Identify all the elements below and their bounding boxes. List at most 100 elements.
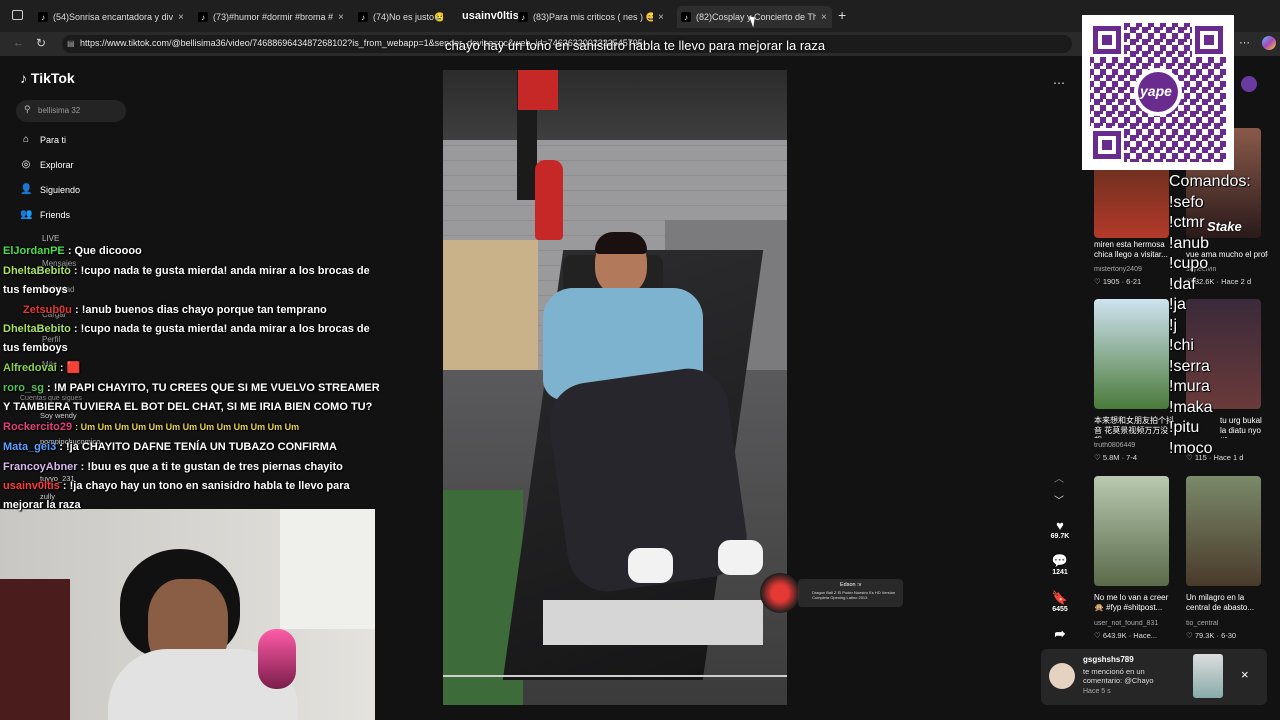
related-video-user[interactable]: truth0806449 — [1094, 442, 1174, 449]
like-count: 69.7K — [1050, 533, 1070, 540]
back-icon[interactable]: ← — [13, 37, 24, 49]
nav-item-siguiendo[interactable]: 👤 Siguiendo — [20, 184, 80, 195]
comment-count: 1241 — [1052, 569, 1068, 576]
related-video-stats: ♡ 5.8M · 7-4 — [1094, 453, 1138, 462]
browser-tab[interactable]: ♪ (83)Para mis criticos ( nes ) 😄 El × — [518, 6, 668, 28]
compass-icon: ◎ — [21, 159, 31, 170]
search-value: bellisima 32 — [38, 106, 81, 115]
tab-label: (83)Para mis criticos ( nes ) 😄 El — [533, 11, 653, 22]
copilot-icon[interactable] — [1262, 36, 1276, 50]
fire-extinguisher — [535, 160, 563, 240]
comment-icon: 💬 — [1051, 553, 1069, 568]
tiktok-logo[interactable]: ♪ TikTok — [20, 70, 75, 86]
chat-user: Zetsub0u — [23, 304, 72, 316]
related-video-caption[interactable]: miren esta hermosa chica llego a visitar… — [1094, 240, 1176, 262]
related-video-user[interactable]: user_not_found_831 — [1094, 620, 1174, 627]
chat-text: : !ja CHAYITO DAFNE TENÍA UN TUBAZO CONF… — [59, 441, 337, 453]
video-progress-bar[interactable] — [443, 675, 787, 677]
tiktok-favicon-icon: ♪ — [38, 12, 48, 22]
command-item: !serra — [1169, 357, 1210, 375]
related-video-thumbnail[interactable] — [1094, 299, 1169, 409]
next-video-icon[interactable]: ﹀ — [1054, 492, 1064, 507]
command-item: !daf — [1169, 275, 1196, 293]
command-item: !pitu — [1169, 419, 1200, 436]
related-video-user[interactable]: mistertony2409 — [1094, 266, 1174, 273]
browser-tab[interactable]: ♪ (73)#humor #dormir #broma #vi × — [198, 6, 350, 28]
chat-user: Rockercito29 — [3, 421, 73, 433]
nav-item-explorar[interactable]: ◎ Explorar — [20, 159, 74, 170]
command-item: !anub — [1169, 234, 1210, 252]
chat-user: FrancoyAbner — [3, 461, 78, 473]
related-video-thumbnail[interactable] — [1186, 476, 1261, 586]
related-video-thumbnail[interactable] — [1094, 476, 1169, 586]
music-overlay-user: Edson :v — [840, 582, 862, 588]
command-item: !mura — [1169, 378, 1210, 395]
new-tab-button[interactable]: + — [838, 7, 846, 23]
search-input[interactable]: ⚲ bellisima 32 — [16, 100, 126, 122]
notification-time: Hace 5 s — [1083, 688, 1111, 695]
heart-icon: ♥ — [1056, 518, 1064, 533]
chat-message: roro_sg : !M PAPI CHAYITO, TU CREES QUE … — [3, 379, 381, 418]
command-item: !sefo — [1169, 193, 1204, 211]
chat-message: FrancoyAbner : !buu es que a ti te gusta… — [3, 458, 381, 477]
nav-item-friends[interactable]: 👥 Friends — [20, 209, 70, 220]
avatar[interactable] — [1241, 76, 1257, 92]
related-video-caption[interactable]: No me lo van a creer 🙊 #fyp #shitpost... — [1094, 593, 1176, 615]
chat-text: : !M PAPI CHAYITO, TU CREES QUE SI ME VU… — [3, 382, 380, 414]
person-shoe — [628, 548, 673, 583]
following-icon: 👤 — [20, 184, 33, 195]
tiktok-favicon-icon: ♪ — [681, 12, 691, 22]
related-video-time: 6-30 — [1221, 631, 1237, 640]
chat-text: : !anub buenos dias chayo porque tan tem… — [74, 304, 327, 316]
tab-close-icon[interactable]: × — [338, 12, 344, 23]
related-video-time: 6-21 — [1126, 277, 1142, 286]
chat-message: Mata_gei3 : !ja CHAYITO DAFNE TENÍA UN T… — [3, 438, 381, 457]
command-item: !ctmr — [1169, 214, 1205, 231]
nav-item-para-ti[interactable]: ⌂ Para ti — [20, 134, 66, 145]
browser-tab[interactable]: ♪ (54)Sonrisa encantadora y diversió × — [38, 6, 190, 28]
command-item: !cupo — [1169, 255, 1209, 272]
like-button[interactable]: ♥ 69.7K — [1045, 518, 1075, 540]
video-player[interactable] — [443, 70, 787, 705]
previous-video-icon[interactable]: ︿ — [1054, 470, 1064, 485]
chat-text: : 🟥 — [59, 362, 81, 374]
webcam-shelf — [0, 579, 70, 720]
site-info-icon[interactable]: ▤ — [67, 39, 75, 48]
commands-title: Comandos: — [1169, 173, 1251, 190]
mention-notification[interactable]: gsgshshs789 te mencionó en un comentario… — [1041, 649, 1267, 705]
tab-actions-icon[interactable] — [12, 10, 23, 20]
tab-close-icon[interactable]: × — [658, 12, 664, 23]
chat-message: Rockercito29 : Um Um Um Um Um Um Um Um U… — [3, 418, 381, 437]
chat-user: ElJordanPE — [3, 245, 65, 257]
music-overlay-desc: Dragon Ball Z El Poder Nuestro Es HD Ver… — [812, 590, 896, 600]
reload-icon[interactable]: ↻ — [36, 36, 46, 50]
comment-button[interactable]: 💬 1241 — [1045, 553, 1075, 576]
chat-user: roro_sg — [3, 382, 44, 394]
nav-label: Friends — [40, 209, 71, 220]
related-video-likes: 643.9K — [1102, 631, 1127, 640]
chat-user: Mata_gei3 — [3, 441, 57, 453]
tab-label: (74)No es justo😢 — [373, 11, 443, 22]
chat-user: DheltaBebito — [3, 265, 71, 277]
nav-label: Siguiendo — [40, 184, 81, 195]
logo-text: TikTok — [30, 70, 75, 86]
chat-message: Zetsub0u : !anub buenos dias chayo porqu… — [3, 301, 381, 320]
related-video-stats: ♡ 79.3K · 6-30 — [1186, 631, 1237, 640]
music-overlay: Edson :v Dragon Ball Z El Poder Nuestro … — [798, 579, 903, 607]
related-video-stats: ♡ 643.9K · Hace... — [1094, 631, 1158, 640]
more-options-icon[interactable]: ⋯ — [1053, 76, 1065, 90]
bookmark-button[interactable]: 🔖 6455 — [1045, 590, 1075, 613]
close-icon[interactable]: × — [1241, 667, 1249, 682]
related-video-caption[interactable]: Un milagro en la central de abasto... — [1186, 593, 1268, 615]
related-video-caption[interactable]: 本来想和女朋友拍个抖音 花莫景视频万万没想... — [1094, 416, 1176, 438]
command-item: !maka — [1169, 398, 1213, 416]
tab-close-icon[interactable]: × — [821, 12, 827, 23]
tab-close-icon[interactable]: × — [178, 12, 184, 23]
webcam-whiteboard — [280, 509, 375, 629]
stream-overlay-name: usainv0ltis — [462, 10, 519, 22]
tab-label: (73)#humor #dormir #broma #vi — [213, 12, 333, 22]
related-video-user[interactable]: tio_central — [1186, 620, 1266, 627]
music-disc-icon[interactable] — [760, 573, 800, 613]
share-button[interactable]: ➦ — [1045, 626, 1075, 642]
menu-icon[interactable]: ⋯ — [1239, 36, 1250, 49]
